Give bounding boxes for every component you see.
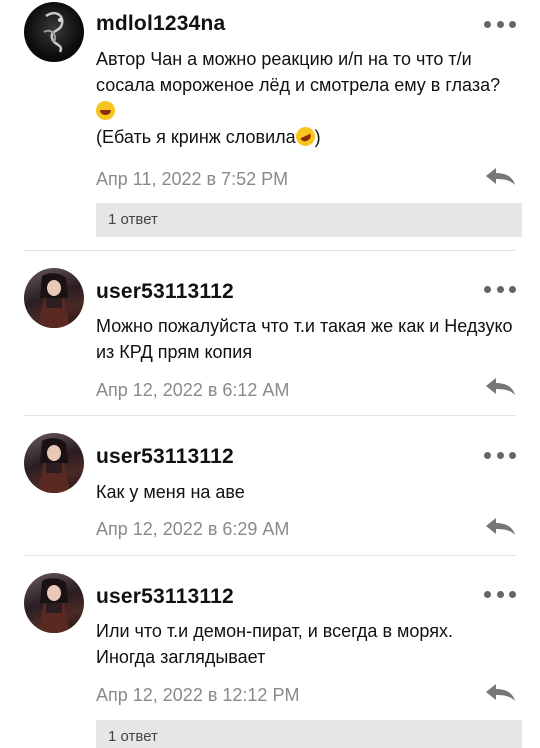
- username[interactable]: user53113112: [96, 445, 234, 469]
- replies-button[interactable]: 1 ответ: [96, 720, 522, 748]
- comment-1: mdlol1234na Автор Чан а можно реакцию и/…: [0, 0, 540, 250]
- comment-3: user53113112 Как у меня на аве Апр 12, 2…: [0, 415, 540, 555]
- timestamp: Апр 12, 2022 в 6:12 AM: [96, 380, 290, 400]
- reply-arrow-icon[interactable]: [484, 682, 516, 702]
- comment-text: Или что т.и демон-пират, и всегда в моря…: [96, 621, 453, 667]
- avatar[interactable]: [24, 268, 84, 328]
- comment-2: user53113112 Можно пожалуйста что т.и та…: [0, 250, 540, 415]
- avatar[interactable]: [24, 433, 84, 493]
- comment-text: Можно пожалуйста что т.и такая же как и …: [96, 316, 513, 362]
- comment-text-part: Автор Чан а можно реакцию и/п на то что …: [96, 49, 501, 95]
- more-options-icon[interactable]: [484, 19, 516, 29]
- comment-4: user53113112 Или что т.и демон-пират, и …: [0, 555, 540, 748]
- username[interactable]: user53113112: [96, 280, 234, 304]
- reply-arrow-icon[interactable]: [484, 376, 516, 396]
- avatar[interactable]: [24, 573, 84, 633]
- grinning-sweat-emoji-icon: [96, 101, 115, 120]
- reply-arrow-icon[interactable]: [484, 166, 516, 186]
- more-options-icon[interactable]: [484, 450, 516, 460]
- timestamp: Апр 12, 2022 в 12:12 PM: [96, 685, 300, 705]
- comment-text-part: (Ебать я кринж словила: [96, 127, 296, 147]
- username[interactable]: mdlol1234na: [96, 12, 225, 36]
- timestamp: Апр 12, 2022 в 6:29 AM: [96, 519, 290, 539]
- comment-text: Как у меня на аве: [96, 482, 245, 502]
- username[interactable]: user53113112: [96, 585, 234, 609]
- avatar[interactable]: [24, 2, 84, 62]
- comment-text-part: ): [314, 127, 321, 147]
- timestamp: Апр 11, 2022 в 7:52 PM: [96, 169, 289, 189]
- comment-text: Автор Чан а можно реакцию и/п на то что …: [96, 46, 516, 150]
- reply-arrow-icon[interactable]: [484, 516, 516, 536]
- replies-button[interactable]: 1 ответ: [96, 203, 522, 237]
- more-options-icon[interactable]: [484, 284, 516, 294]
- more-options-icon[interactable]: [484, 589, 516, 599]
